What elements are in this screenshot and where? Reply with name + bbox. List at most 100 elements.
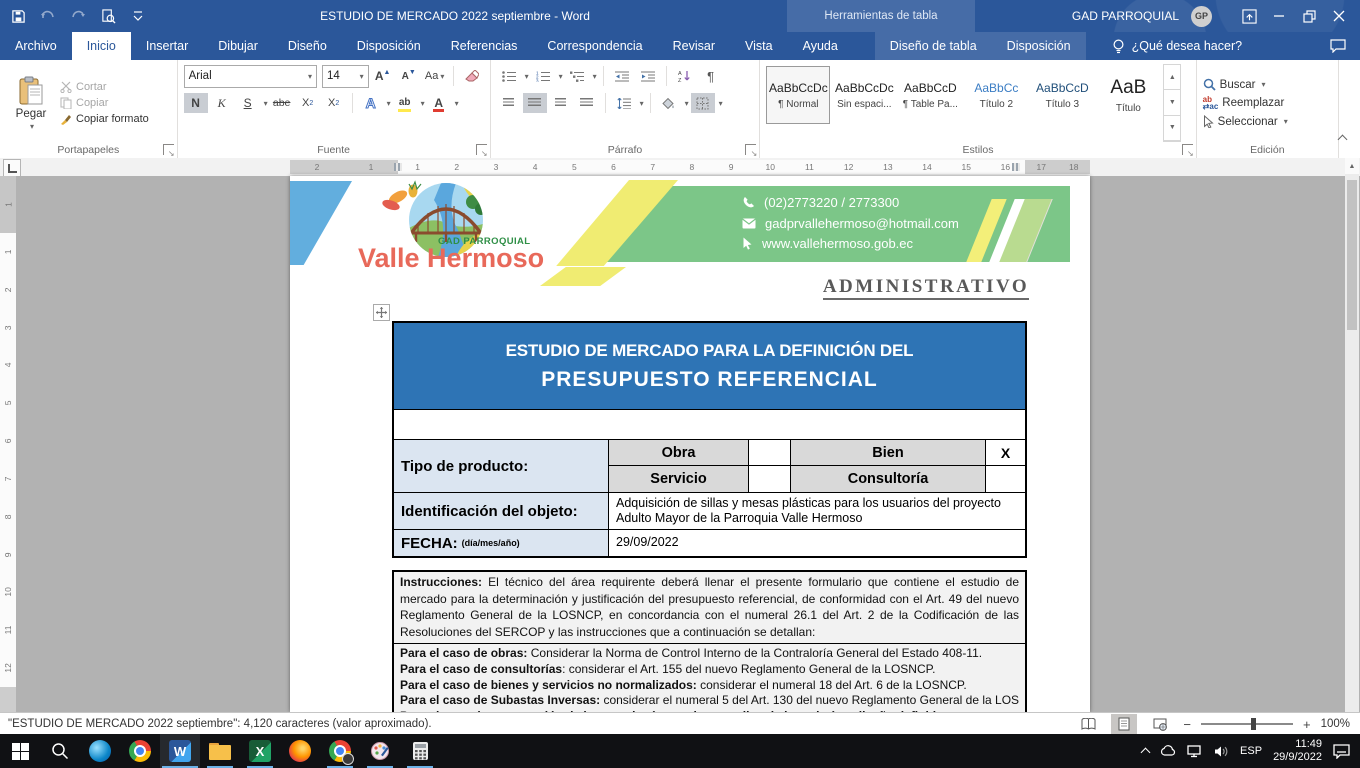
tab-ayuda[interactable]: Ayuda (788, 32, 853, 60)
read-mode-icon[interactable] (1075, 714, 1101, 734)
action-center-icon[interactable] (1333, 744, 1350, 759)
feedback-icon[interactable] (1330, 32, 1346, 60)
taskbar-chrome-profile-icon[interactable] (320, 734, 360, 768)
web-layout-icon[interactable] (1147, 714, 1173, 734)
borders-button[interactable] (691, 93, 715, 113)
collapse-ribbon-icon[interactable] (1339, 130, 1346, 148)
servicio-check-cell[interactable] (748, 466, 790, 492)
bold-button[interactable]: N (184, 93, 208, 113)
instructions-table[interactable]: Instrucciones: El técnico del área requi… (392, 570, 1027, 712)
tell-me-box[interactable]: ¿Qué desea hacer? (1112, 32, 1243, 60)
objeto-value[interactable]: Adquisición de sillas y mesas plásticas … (608, 493, 1025, 529)
style-titulo[interactable]: AaBTítulo (1096, 66, 1160, 124)
taskbar-clock[interactable]: 11:4929/9/2022 (1273, 738, 1322, 764)
show-marks-button[interactable]: ¶ (699, 66, 723, 86)
tab-inicio[interactable]: Inicio (72, 32, 131, 60)
underline-button[interactable]: S (236, 93, 260, 113)
change-case-button[interactable]: Aa▾ (423, 66, 447, 86)
clipboard-dialog-launcher[interactable] (163, 144, 174, 155)
tab-insertar[interactable]: Insertar (131, 32, 203, 60)
copy-button[interactable]: Copiar (60, 97, 149, 109)
start-button[interactable] (0, 734, 40, 768)
style-sin-espaciado[interactable]: AaBbCcDcSin espaci... (832, 66, 896, 124)
tab-disposicion-tabla[interactable]: Disposición (992, 32, 1086, 60)
tab-referencias[interactable]: Referencias (436, 32, 533, 60)
restore-button[interactable] (1294, 0, 1324, 32)
tab-correspondencia[interactable]: Correspondencia (532, 32, 657, 60)
ribbon-display-options-icon[interactable] (1234, 0, 1264, 32)
decrease-indent-button[interactable] (610, 66, 634, 86)
h-ruler-bar[interactable]: 21 12345678910111213141516 1718 (290, 160, 1090, 174)
font-family-combo[interactable]: Arial▾ (184, 65, 317, 88)
language-indicator[interactable]: ESP (1240, 745, 1262, 757)
replace-button[interactable]: ab⇄acReemplazar (1203, 96, 1332, 110)
taskbar-explorer-icon[interactable] (200, 734, 240, 768)
form-table[interactable]: ESTUDIO DE MERCADO PARA LA DEFINICIÓN DE… (392, 321, 1027, 558)
find-button[interactable]: Buscar▾ (1203, 78, 1332, 91)
consultoria-check-cell[interactable] (985, 466, 1025, 492)
tray-sync-icon[interactable] (1160, 744, 1176, 758)
style-table-paragraph[interactable]: AaBbCcD¶ Table Pa... (898, 66, 962, 124)
zoom-slider[interactable] (1201, 723, 1293, 725)
select-button[interactable]: Seleccionar▾ (1203, 115, 1332, 128)
text-effects-button[interactable]: A (359, 93, 383, 113)
styles-dialog-launcher[interactable] (1182, 144, 1193, 155)
line-spacing-button[interactable] (612, 93, 636, 113)
print-preview-icon[interactable] (100, 8, 116, 24)
undo-icon[interactable] (40, 8, 56, 24)
font-dialog-launcher[interactable] (476, 144, 487, 155)
tab-disposicion[interactable]: Disposición (342, 32, 436, 60)
avatar[interactable]: GP (1191, 6, 1212, 27)
font-size-combo[interactable]: 14▾ (322, 65, 369, 88)
redo-icon[interactable] (70, 8, 86, 24)
taskbar-chrome-icon[interactable] (120, 734, 160, 768)
fecha-value[interactable]: 29/09/2022 (608, 530, 1025, 556)
strikethrough-button[interactable]: abe (270, 93, 294, 113)
style-titulo-3[interactable]: AaBbCcDTítulo 3 (1030, 66, 1094, 124)
numbering-button[interactable]: 123 (531, 66, 555, 86)
tab-vista[interactable]: Vista (730, 32, 788, 60)
save-icon[interactable] (10, 8, 26, 24)
cut-button[interactable]: Cortar (60, 81, 149, 93)
grow-font-button[interactable]: A▲ (371, 66, 395, 86)
minimize-button[interactable] (1264, 0, 1294, 32)
tab-selector[interactable] (3, 159, 21, 177)
scrollbar-thumb[interactable] (1347, 180, 1357, 330)
taskbar-word-icon[interactable]: W (160, 734, 200, 768)
zoom-in-icon[interactable]: + (1303, 717, 1311, 732)
shrink-font-button[interactable]: A▼ (397, 66, 421, 86)
tray-volume-icon[interactable] (1214, 745, 1229, 758)
tab-dibujar[interactable]: Dibujar (203, 32, 273, 60)
taskbar-firefox-icon[interactable] (280, 734, 320, 768)
paragraph-dialog-launcher[interactable] (745, 144, 756, 155)
account-name[interactable]: GAD PARROQUIAL (1072, 9, 1179, 23)
tab-archivo[interactable]: Archivo (0, 32, 72, 60)
zoom-out-icon[interactable]: − (1183, 717, 1191, 732)
vertical-scrollbar[interactable]: ▲ (1345, 158, 1359, 712)
v-ruler-bar[interactable]: 1 123456789101112 (0, 176, 16, 712)
taskbar-edge-icon[interactable] (80, 734, 120, 768)
zoom-slider-thumb[interactable] (1251, 718, 1256, 730)
sort-button[interactable]: AZ (673, 66, 697, 86)
table-column-marker[interactable] (394, 163, 402, 171)
bullets-button[interactable] (497, 66, 521, 86)
paste-button[interactable]: Pegar▾ (6, 64, 56, 142)
table-column-marker[interactable] (1012, 163, 1020, 171)
style-titulo-2[interactable]: AaBbCcTítulo 2 (964, 66, 1028, 124)
subscript-button[interactable]: X2 (296, 93, 320, 113)
styles-gallery-scroll[interactable]: ▲▼▼ (1163, 64, 1181, 142)
print-layout-icon[interactable] (1111, 714, 1137, 734)
tray-network-icon[interactable] (1187, 745, 1203, 758)
align-right-button[interactable] (549, 93, 573, 113)
shading-button[interactable] (657, 93, 681, 113)
style-normal[interactable]: AaBbCcDc¶ Normal (766, 66, 830, 124)
taskbar-paint-icon[interactable] (360, 734, 400, 768)
taskbar-excel-icon[interactable]: X (240, 734, 280, 768)
tab-revisar[interactable]: Revisar (658, 32, 730, 60)
status-text[interactable]: "ESTUDIO DE MERCADO 2022 septiembre": 4,… (0, 718, 432, 730)
justify-button[interactable] (575, 93, 599, 113)
customize-qat-icon[interactable] (130, 8, 146, 24)
superscript-button[interactable]: X2 (322, 93, 346, 113)
tab-diseno-de-tabla[interactable]: Diseño de tabla (875, 32, 992, 60)
format-painter-button[interactable]: Copiar formato (60, 113, 149, 125)
